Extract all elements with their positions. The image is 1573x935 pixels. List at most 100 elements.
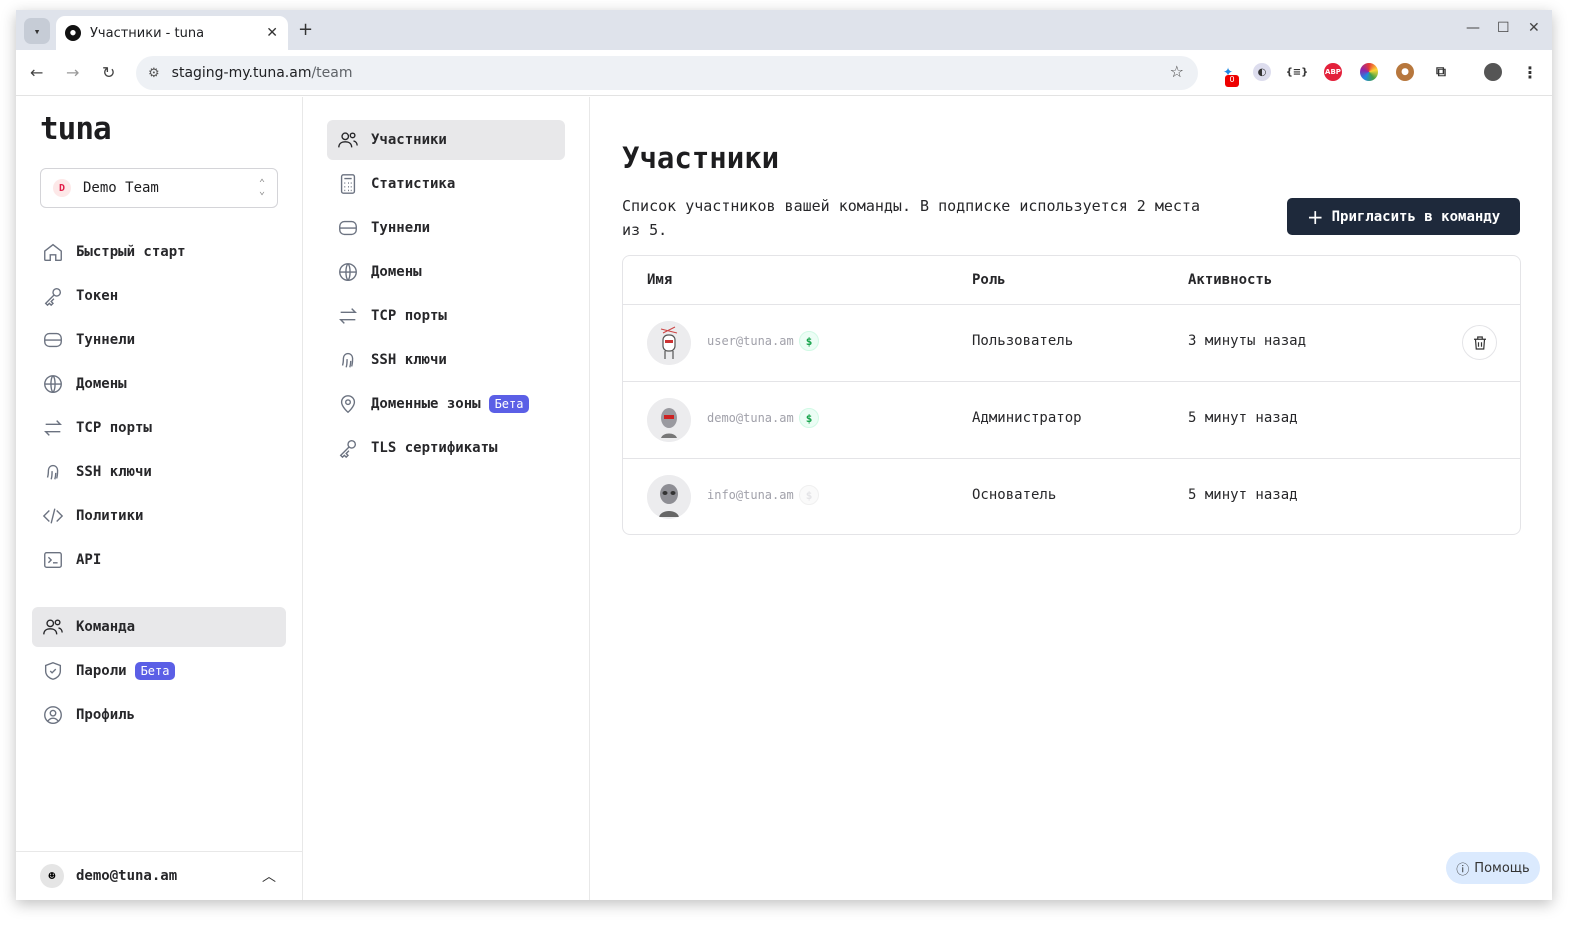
question-icon: ⓘ <box>1456 862 1470 878</box>
sidebar-item-label: Команда <box>76 619 136 635</box>
help-label: Помощь <box>1474 860 1530 876</box>
home-icon <box>42 241 64 263</box>
tunnels-icon <box>337 217 359 239</box>
team-subnav: Участники Статистика Туннели Домены TCP … <box>303 97 590 900</box>
delete-member-button[interactable] <box>1462 325 1497 360</box>
subnav-item-label: SSH ключи <box>371 352 447 368</box>
avatar <box>647 321 691 365</box>
key-icon <box>42 285 64 307</box>
member-activity: 5 минут назад <box>1188 410 1298 426</box>
paid-seat-icon: $ <box>799 408 819 428</box>
site-settings-icon[interactable]: ⚙ <box>148 66 160 81</box>
sidebar-item-label: API <box>76 552 102 568</box>
browser-menu-icon[interactable]: ⋮ <box>1521 63 1539 82</box>
back-icon[interactable]: ← <box>30 63 43 82</box>
sidebar-item-label: Токен <box>76 288 119 304</box>
tab-domains[interactable]: Домены <box>327 252 565 292</box>
sidebar-item-label: Политики <box>76 508 144 524</box>
sidebar-item-quickstart[interactable]: Быстрый старт <box>32 232 286 272</box>
fingerprint-icon <box>337 349 359 371</box>
tab-domain-zones[interactable]: Доменные зоны Бета <box>327 384 565 424</box>
chevron-up-icon[interactable]: ︿ <box>262 866 276 886</box>
url-host: staging-my.tuna.am <box>171 65 312 81</box>
extensions-puzzle-icon[interactable]: ⧉ <box>1432 63 1450 81</box>
sidebar-item-passwords[interactable]: Пароли Бета <box>32 651 286 691</box>
sidebar-item-label: Быстрый старт <box>76 244 186 260</box>
subnav-item-label: Статистика <box>371 176 456 192</box>
column-header-activity: Активность <box>1188 272 1273 288</box>
team-selector[interactable]: D Demo Team ⌃ ⌄ <box>40 168 278 208</box>
subnav-item-label: Туннели <box>371 220 431 236</box>
user-menu[interactable]: ☻ demo@tuna.am ︿ <box>16 851 302 900</box>
tab-ssh-keys[interactable]: SSH ключи <box>327 340 565 380</box>
sidebar-item-label: TCP порты <box>76 420 152 436</box>
team-initial-badge: D <box>53 179 71 197</box>
maximize-icon[interactable]: ☐ <box>1497 20 1510 36</box>
trash-icon <box>1473 335 1486 350</box>
color-picker-icon[interactable] <box>1360 63 1378 81</box>
sidebar-item-api[interactable]: API <box>32 540 286 580</box>
page-description: Список участников вашей команды. В подпи… <box>622 197 1200 239</box>
table-row: demo@tuna.am $ Администратор 5 минут наз… <box>623 382 1520 459</box>
forward-icon[interactable]: → <box>66 63 79 82</box>
tab-close-icon[interactable]: ✕ <box>266 25 278 41</box>
browser-toolbar: ← → ↻ ⚙ staging-my.tuna.am/team ☆ ✦ 0 ◐ … <box>16 50 1552 96</box>
fingerprint-icon <box>42 461 64 483</box>
tab-tcp-ports[interactable]: TCP порты <box>327 296 565 336</box>
bookmark-star-icon[interactable]: ☆ <box>1170 62 1184 81</box>
arrows-icon <box>337 305 359 327</box>
sidebar-item-tunnels[interactable]: Туннели <box>32 320 286 360</box>
extension-icon[interactable]: ◐ <box>1253 63 1271 81</box>
member-activity: 3 минуты назад <box>1188 333 1307 349</box>
sidebar-item-label: Домены <box>76 376 127 392</box>
sidebar-item-label: SSH ключи <box>76 464 152 480</box>
minimize-icon[interactable]: — <box>1466 20 1480 36</box>
main-sidebar: tuna D Demo Team ⌃ ⌄ Быстрый старт Токен … <box>16 97 303 900</box>
member-role: Пользователь <box>972 333 1074 349</box>
extension-badge: 0 <box>1225 75 1239 87</box>
address-bar[interactable]: ⚙ staging-my.tuna.am/team ☆ <box>136 56 1198 90</box>
users-icon <box>42 616 64 638</box>
table-row: user@tuna.am $ Пользователь 3 минуты наз… <box>623 305 1520 382</box>
sidebar-item-profile[interactable]: Профиль <box>32 695 286 735</box>
cookie-icon[interactable]: ● <box>1396 63 1414 81</box>
sidebar-item-policies[interactable]: Политики <box>32 496 286 536</box>
tab-tls-certificates[interactable]: TLS сертификаты <box>327 428 565 468</box>
sidebar-item-ssh-keys[interactable]: SSH ключи <box>32 452 286 492</box>
unpaid-seat-icon: $ <box>799 485 819 505</box>
new-tab-icon[interactable]: + <box>298 19 313 40</box>
tuna-favicon-icon: ● <box>65 25 81 41</box>
app-logo[interactable]: tuna <box>40 111 112 147</box>
json-extension-icon[interactable]: {≡} <box>1286 63 1308 81</box>
code-icon <box>42 505 64 527</box>
sidebar-item-team[interactable]: Команда <box>32 607 286 647</box>
tab-tunnels[interactable]: Туннели <box>327 208 565 248</box>
key-icon <box>337 437 359 459</box>
main-content: Участники Список участников вашей команд… <box>590 97 1552 900</box>
invite-button[interactable]: + Пригласить в команду <box>1287 198 1520 235</box>
tab-title: Участники - tuna <box>90 25 205 41</box>
sidebar-item-token[interactable]: Токен <box>32 276 286 316</box>
plus-icon: + <box>1306 204 1324 229</box>
sidebar-item-label: Профиль <box>76 707 136 723</box>
subnav-item-label: TCP порты <box>371 308 447 324</box>
reload-icon[interactable]: ↻ <box>102 63 115 82</box>
close-window-icon[interactable]: ✕ <box>1528 20 1540 36</box>
profile-avatar-icon[interactable] <box>1484 63 1502 81</box>
sidebar-item-tcp-ports[interactable]: TCP порты <box>32 408 286 448</box>
member-email: user@tuna.am <box>707 334 794 348</box>
column-header-name: Имя <box>647 272 673 288</box>
table-header: Имя Роль Активность <box>623 256 1520 305</box>
member-activity: 5 минут назад <box>1188 487 1298 503</box>
tab-statistics[interactable]: Статистика <box>327 164 565 204</box>
tab-members[interactable]: Участники <box>327 120 565 160</box>
adblock-icon[interactable]: ABP <box>1324 63 1342 81</box>
invite-button-label: Пригласить в команду <box>1331 208 1501 225</box>
tab-search-button[interactable]: ▾ <box>24 18 50 44</box>
browser-window: ▾ ● Участники - tuna ✕ + — ☐ ✕ ← → ↻ ⚙ s… <box>16 10 1552 900</box>
arrows-icon <box>42 417 64 439</box>
help-button[interactable]: ⓘ Помощь <box>1446 852 1540 884</box>
calculator-icon <box>337 173 359 195</box>
sidebar-item-domains[interactable]: Домены <box>32 364 286 404</box>
browser-tab[interactable]: ● Участники - tuna ✕ <box>56 16 288 50</box>
